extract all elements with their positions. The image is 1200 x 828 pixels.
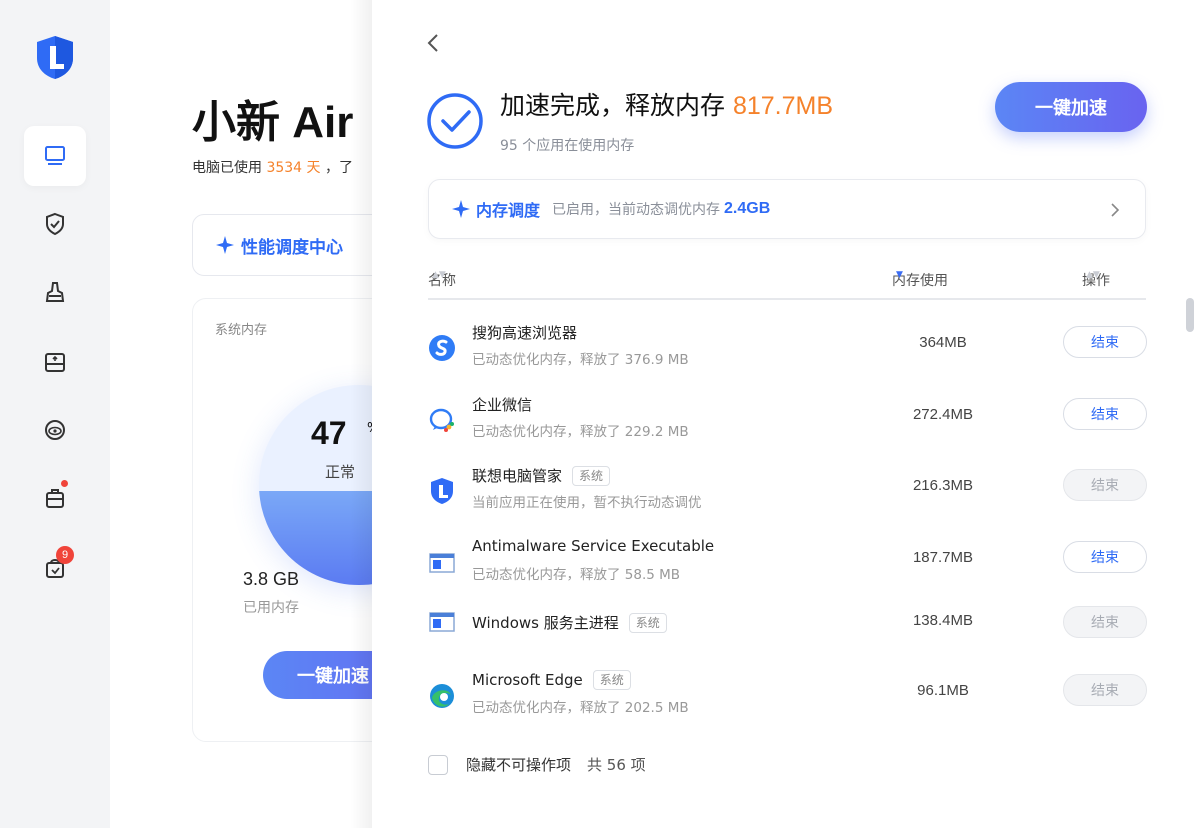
memory-schedule-title: 内存调度 — [476, 201, 541, 220]
check-circle-icon — [427, 93, 483, 149]
used-memory-value: 3.8 GB — [243, 569, 300, 589]
total-count: 共 56 项 — [587, 756, 646, 774]
app-desc: 已动态优化内存，释放了 202.5 MB — [472, 700, 689, 716]
table-row: 联想电脑管家 系统 当前应用正在使用，暂不执行动态调优 216.3MB 结束 — [428, 457, 1147, 527]
boost-result-headline: 加速完成，释放内存 817.7MB — [500, 86, 833, 122]
memory-schedule-value: 2.4GB — [724, 200, 771, 217]
one-click-boost-button[interactable]: 一键加速 — [995, 82, 1147, 132]
sparkle-icon — [452, 200, 470, 218]
end-process-button-disabled: 结束 — [1063, 674, 1147, 706]
app-name: Windows 服务主进程 — [472, 614, 619, 632]
app-name: 搜狗高速浏览器 — [472, 324, 578, 342]
memory-schedule-card[interactable]: 内存调度 已启用，当前动态调优内存 2.4GB — [428, 179, 1146, 239]
apps-using-memory: 95 个应用在使用内存 — [500, 138, 635, 154]
sort-icon: ▲▼ — [432, 270, 446, 280]
app-memory: 138.4MB — [912, 612, 974, 629]
shield-check-icon — [46, 212, 64, 236]
app-name: Antimalware Service Executable — [472, 537, 715, 555]
used-memory-label: 已用内存 — [243, 600, 299, 616]
system-tag: 系统 — [572, 465, 611, 486]
sidebar-item-storage[interactable] — [24, 332, 86, 392]
app-memory: 187.7MB — [912, 549, 974, 566]
end-process-button[interactable]: 结束 — [1063, 326, 1147, 358]
memory-percent: 47 — [311, 415, 347, 451]
toolbox-icon — [46, 489, 64, 508]
memory-card-title: 系统内存 — [215, 323, 268, 338]
table-row: 企业微信 已动态优化内存，释放了 229.2 MB 272.4MB 结束 — [428, 386, 1147, 456]
usage-suffix: ，了 — [325, 160, 353, 176]
table-header: 名称 ▲▼ 内存使用 ▼ 操作 ▲▼ — [428, 262, 1146, 300]
sidebar-item-cleanup[interactable] — [24, 262, 86, 322]
device-title: 小新 Air — [192, 98, 354, 147]
usage-line: 电脑已使用 3534 天 ，了 — [192, 157, 353, 177]
edge-icon — [430, 684, 454, 708]
sort-icon: ▲▼ — [1086, 270, 1100, 280]
drive-icon — [45, 353, 65, 372]
app-logo-icon — [37, 36, 73, 79]
sort-desc-icon: ▼ — [896, 270, 903, 280]
app-desc: 已动态优化内存，释放了 376.9 MB — [472, 352, 689, 368]
memory-boost-panel: 加速完成，释放内存 817.7MB 95 个应用在使用内存 一键加速 内存调度 … — [372, 0, 1200, 828]
table-row: Antimalware Service Executable 已动态优化内存，释… — [428, 529, 1147, 599]
app-memory: 364MB — [919, 334, 967, 351]
app-name: 企业微信 — [472, 396, 533, 414]
lenovo-pc-manager-icon — [431, 478, 453, 504]
end-process-button[interactable]: 结束 — [1063, 541, 1147, 573]
freed-memory-amount: 817.7MB — [732, 92, 834, 120]
sidebar-item-home[interactable] — [24, 126, 86, 186]
system-tag: 系统 — [592, 670, 631, 690]
headline-prefix: 加速完成，释放内存 — [500, 91, 726, 120]
app-memory: 96.1MB — [917, 682, 969, 699]
chevron-right-icon — [1111, 203, 1120, 217]
wecom-icon — [429, 408, 454, 432]
hide-inoperable-label[interactable]: 隐藏不可操作项 — [466, 754, 571, 775]
end-process-button[interactable]: 结束 — [1063, 398, 1147, 430]
computer-icon — [45, 146, 65, 165]
sparkle-icon — [216, 236, 234, 254]
eye-care-icon — [45, 420, 65, 440]
app-desc: 已动态优化内存，释放了 58.5 MB — [472, 567, 681, 583]
sidebar: 9 — [0, 0, 110, 828]
performance-center-label: 性能调度中心 — [241, 237, 343, 258]
usage-prefix: 电脑已使用 — [192, 160, 262, 176]
app-desc: 当前应用正在使用，暂不执行动态调优 — [472, 495, 702, 511]
sidebar-item-eye-care[interactable] — [24, 400, 86, 460]
app-name: Microsoft Edge — [472, 671, 583, 689]
app-memory: 216.3MB — [912, 477, 974, 494]
system-tag: 系统 — [628, 612, 667, 633]
window-app-icon — [429, 553, 455, 573]
sogou-browser-icon — [429, 335, 455, 361]
usage-days: 3534 天 — [266, 160, 321, 176]
scrollbar-thumb[interactable] — [1186, 298, 1194, 332]
sidebar-item-store[interactable]: 9 — [24, 538, 86, 598]
table-footer: 隐藏不可操作项 共 56 项 — [428, 754, 646, 775]
store-badge: 9 — [56, 546, 74, 564]
table-row: Windows 服务主进程 系统 138.4MB 结束 — [428, 596, 1147, 666]
app-name: 联想电脑管家 — [472, 467, 563, 485]
table-row: Microsoft Edge 系统 已动态优化内存，释放了 202.5 MB 96… — [428, 662, 1147, 732]
notification-dot — [61, 480, 68, 487]
window-app-icon — [429, 612, 455, 632]
memory-schedule-desc: 已启用，当前动态调优内存 — [552, 202, 721, 218]
broom-icon — [45, 282, 65, 302]
end-process-button-disabled: 结束 — [1063, 606, 1147, 638]
app-memory: 272.4MB — [912, 406, 974, 423]
sidebar-item-security[interactable] — [24, 194, 86, 254]
table-row: 搜狗高速浏览器 已动态优化内存，释放了 376.9 MB 364MB 结束 — [428, 314, 1147, 384]
back-arrow-icon[interactable] — [422, 30, 444, 56]
sidebar-item-toolbox[interactable] — [24, 468, 86, 528]
end-process-button-disabled: 结束 — [1063, 469, 1147, 501]
app-desc: 已动态优化内存，释放了 229.2 MB — [472, 424, 689, 440]
hide-inoperable-checkbox[interactable] — [428, 754, 448, 775]
